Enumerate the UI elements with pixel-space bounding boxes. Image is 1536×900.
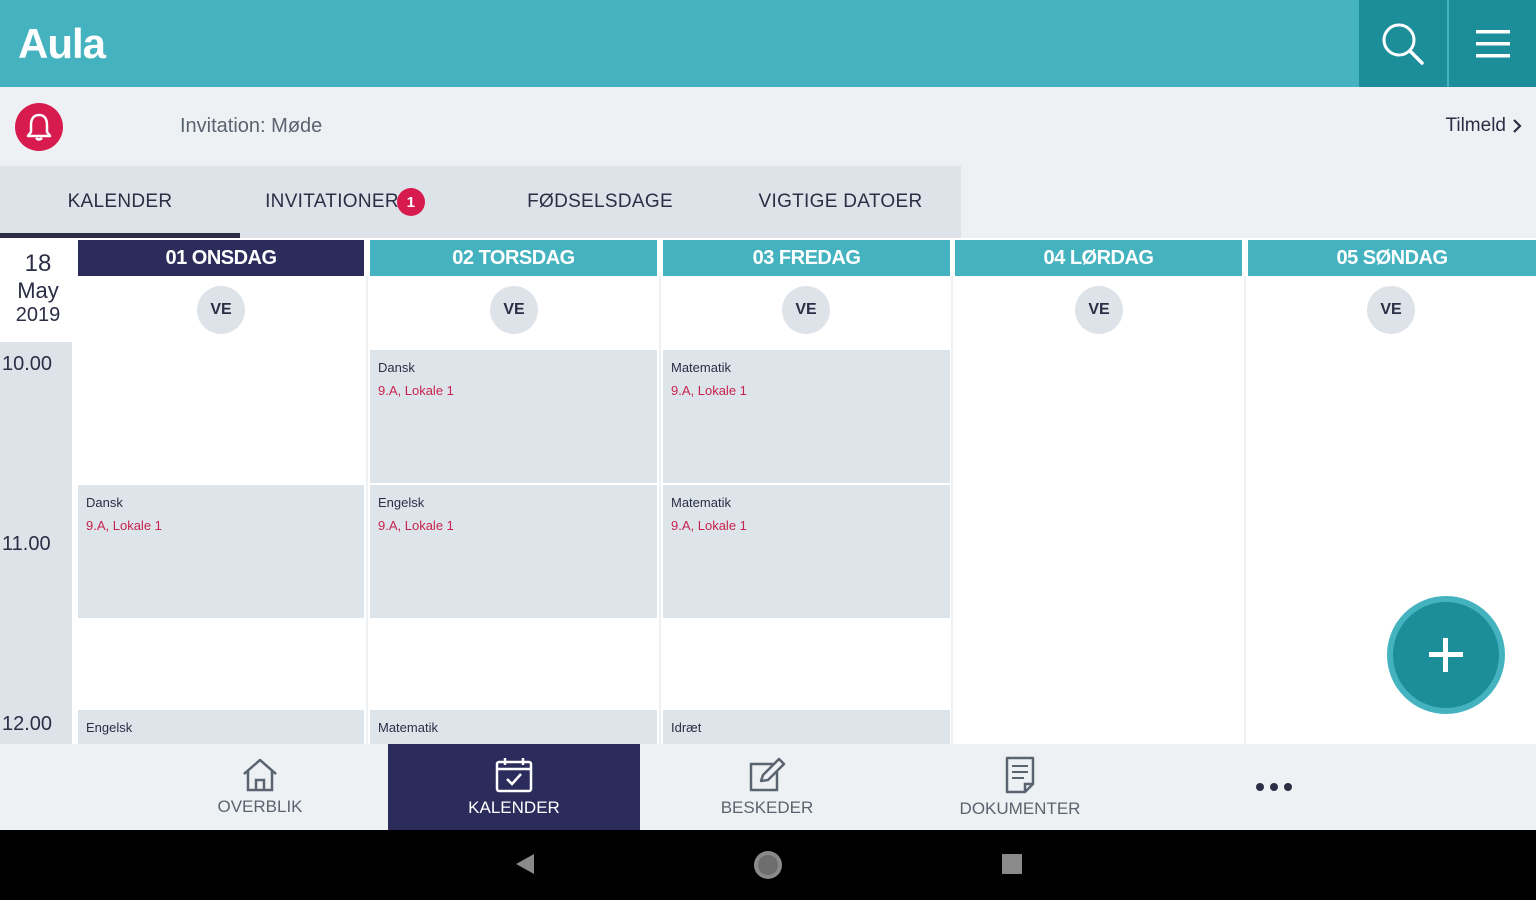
tab-vigtige-datoer[interactable]: VIGTIGE DATOER [720, 166, 961, 238]
tab-fodselsdage[interactable]: FØDSELSDAGE [480, 166, 720, 238]
calendar-event[interactable]: Dansk 9.A, Lokale 1 [78, 485, 364, 618]
day-header-thu[interactable]: 02 TORSDAG [370, 240, 657, 276]
event-subject: Dansk [86, 495, 123, 510]
notification-bar: Invitation: Møde Tilmeld [0, 87, 1536, 166]
plus-icon [1429, 638, 1463, 672]
event-subject: Idræt [671, 720, 702, 735]
time-label: 10.00 [2, 353, 53, 375]
add-event-button[interactable] [1387, 596, 1505, 714]
time-label: 11.00 [2, 533, 51, 555]
tab-label: INVITATIONER [265, 191, 399, 212]
calendar-event[interactable]: Matematik 9.A, Lokale 1 [663, 485, 950, 618]
tab-invitationer[interactable]: INVITATIONER 1 [240, 166, 450, 238]
event-location: 9.A, Lokale 1 [671, 518, 747, 533]
nav-more[interactable] [1146, 744, 1402, 830]
day-header-sun[interactable]: 05 SØNDAG [1248, 240, 1536, 276]
event-location: 9.A, Lokale 1 [378, 383, 454, 398]
top-bar: Aula [0, 0, 1536, 87]
nav-beskeder[interactable]: BESKEDER [640, 744, 894, 830]
event-subject: Matematik [671, 360, 731, 375]
edit-icon [749, 757, 786, 792]
tilmeld-label: Tilmeld [1445, 115, 1506, 136]
more-icon [1256, 783, 1292, 791]
date-month: May [17, 278, 59, 303]
nav-overblik[interactable]: OVERBLIK [132, 744, 388, 830]
hamburger-icon [1476, 29, 1510, 57]
bottom-navigation: OVERBLIK KALENDER BESKEDER DOKUMENTER [0, 744, 1536, 830]
nav-label: BESKEDER [720, 798, 814, 817]
day-header-sat[interactable]: 04 LØRDAG [955, 240, 1242, 276]
nav-label: KALENDER [468, 798, 560, 817]
nav-kalender[interactable]: KALENDER [388, 744, 640, 830]
avatar[interactable]: VE [197, 286, 245, 334]
notification-bell-button[interactable] [15, 103, 63, 151]
column-divider [1244, 276, 1246, 744]
event-subject: Matematik [671, 495, 731, 510]
system-nav-bar [0, 830, 1536, 900]
nav-label: OVERBLIK [217, 797, 303, 816]
search-button[interactable] [1359, 0, 1447, 87]
tab-label: VIGTIGE DATOER [758, 191, 923, 212]
home-icon [243, 758, 277, 792]
notification-text: Invitation: Møde [180, 115, 323, 137]
search-icon [1382, 23, 1424, 65]
event-location: 9.A, Lokale 1 [671, 383, 747, 398]
tab-kalender[interactable]: KALENDER [0, 166, 240, 238]
current-date: 18 May 2019 [0, 238, 76, 342]
calendar-icon [495, 758, 533, 793]
date-day: 18 [24, 250, 52, 277]
tabs-filler [961, 166, 1536, 238]
nav-label: DOKUMENTER [959, 799, 1081, 818]
invitations-count-badge: 1 [396, 188, 425, 216]
app-logo: Aula [18, 20, 106, 67]
avatar[interactable]: VE [490, 286, 538, 334]
event-subject: Engelsk [86, 720, 133, 735]
document-icon [1005, 756, 1035, 794]
tab-label: FØDSELSDAGE [527, 191, 673, 212]
back-icon[interactable] [512, 851, 538, 877]
home-circle-icon[interactable] [752, 849, 784, 881]
chevron-right-icon [1513, 119, 1522, 133]
event-subject: Dansk [378, 360, 415, 375]
menu-button[interactable] [1449, 0, 1536, 87]
column-divider [366, 276, 368, 744]
calendar-event[interactable]: Engelsk 9.A, Lokale 1 [370, 485, 657, 618]
event-location: 9.A, Lokale 1 [378, 518, 454, 533]
calendar-event[interactable]: Matematik 9.A, Lokale 1 [663, 350, 950, 483]
calendar-event[interactable]: Matematik [370, 710, 657, 744]
avatar[interactable]: VE [782, 286, 830, 334]
event-subject: Engelsk [378, 495, 425, 510]
calendar-event[interactable]: Engelsk [78, 710, 364, 744]
calendar-tabs: KALENDER INVITATIONER 1 FØDSELSDAGE VIGT… [0, 166, 961, 238]
day-header-wed[interactable]: 01 ONSDAG [78, 240, 364, 276]
bell-icon [26, 113, 52, 141]
calendar-event[interactable]: Dansk 9.A, Lokale 1 [370, 350, 657, 483]
column-divider [951, 276, 953, 744]
tab-label: KALENDER [67, 191, 173, 212]
tilmeld-link[interactable]: Tilmeld [1445, 115, 1522, 137]
avatar[interactable]: VE [1367, 286, 1415, 334]
day-header-fri[interactable]: 03 FREDAG [663, 240, 950, 276]
calendar-event[interactable]: Idræt [663, 710, 950, 744]
column-divider [659, 276, 661, 744]
avatar[interactable]: VE [1075, 286, 1123, 334]
recents-icon[interactable] [1000, 852, 1024, 876]
time-label: 12.00 [2, 713, 53, 735]
event-subject: Matematik [378, 720, 438, 735]
date-year: 2019 [15, 304, 61, 326]
nav-dokumenter[interactable]: DOKUMENTER [894, 744, 1146, 830]
event-location: 9.A, Lokale 1 [86, 518, 162, 533]
